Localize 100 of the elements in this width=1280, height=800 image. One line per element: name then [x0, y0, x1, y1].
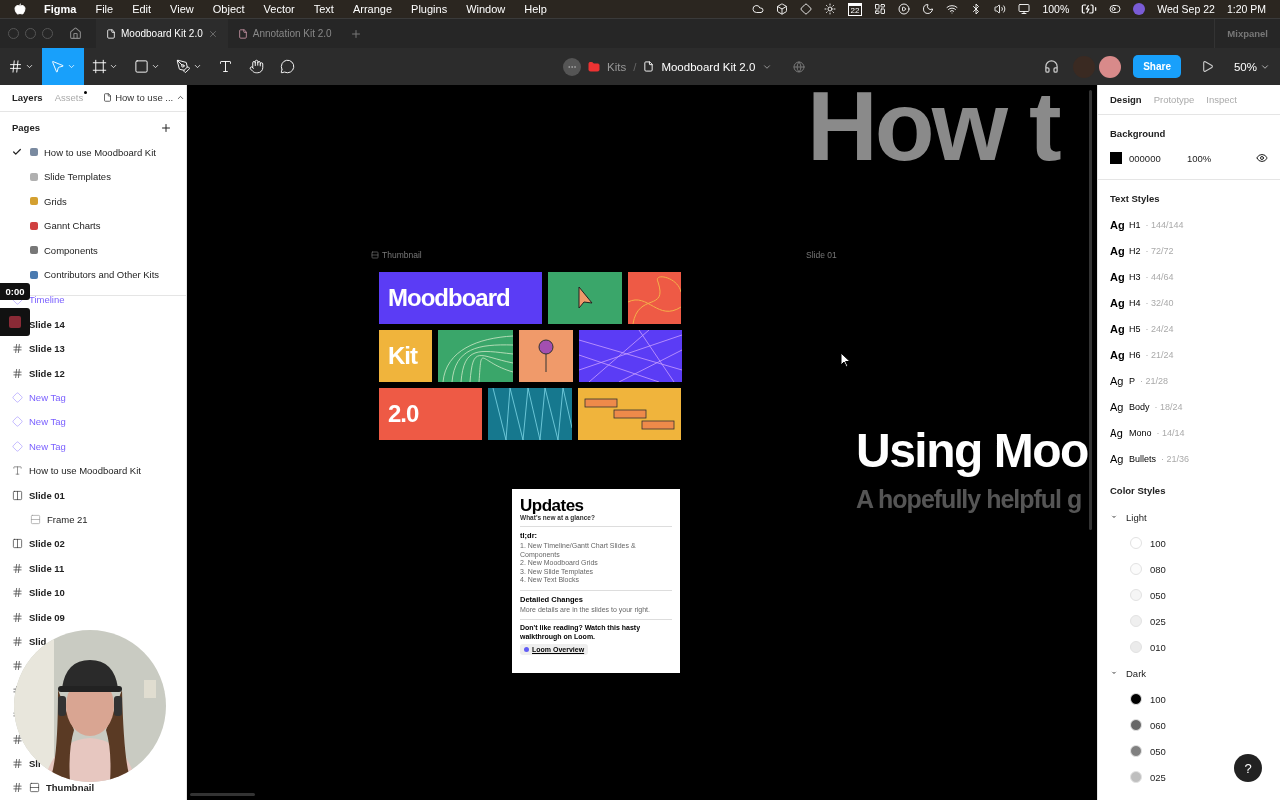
file-tab[interactable]: Annotation Kit 2.0	[227, 18, 342, 49]
layer-name[interactable]: Timeline	[29, 294, 65, 306]
page-item[interactable]: Components	[44, 244, 98, 256]
layer-name[interactable]: Slide 01	[29, 489, 65, 501]
pin-icon	[538, 339, 554, 373]
color-name[interactable]: 060	[1150, 719, 1166, 731]
more-button[interactable]	[563, 57, 581, 76]
style-name[interactable]: Body	[1129, 402, 1150, 412]
layer-name[interactable]: Slide 13	[29, 343, 65, 355]
style-name[interactable]: Mono	[1129, 428, 1152, 438]
zoom-level[interactable]: 50%	[1233, 60, 1257, 73]
project-name[interactable]: Kits	[607, 60, 627, 73]
color-swatch[interactable]	[1130, 745, 1142, 757]
color-swatch[interactable]	[1130, 563, 1142, 575]
caret-icon	[25, 62, 34, 71]
page-selector[interactable]: How to use ...	[103, 92, 186, 104]
color-swatch[interactable]	[1130, 641, 1142, 653]
calendar-icon[interactable]: 22	[847, 2, 863, 16]
tile-text: Kit	[388, 342, 417, 370]
menu-item[interactable]: Object	[212, 3, 245, 15]
page-item[interactable]: How to use Moodboard Kit	[44, 146, 156, 158]
style-name[interactable]: Bullets	[1129, 454, 1156, 464]
style-name[interactable]: P	[1129, 376, 1135, 386]
app-menu[interactable]: Figma	[44, 3, 77, 15]
scrollbar[interactable]	[190, 793, 255, 796]
menu-item[interactable]: Window	[466, 3, 506, 15]
layer-name[interactable]: Slide 10	[29, 587, 65, 599]
logo-icon	[8, 59, 23, 74]
help-button[interactable]: ?	[1234, 754, 1262, 782]
menu-item[interactable]: File	[95, 3, 114, 15]
panel-tab[interactable]: Design	[1110, 94, 1142, 105]
layer-name[interactable]: Slide 09	[29, 611, 65, 623]
file-tab[interactable]: Moodboard Kit 2.0	[96, 18, 228, 49]
layer-name[interactable]: New Tag	[29, 392, 66, 404]
avatar[interactable]	[1099, 55, 1122, 78]
layer-name[interactable]: Slide 02	[29, 538, 65, 550]
layer-name[interactable]: Frame 21	[47, 514, 88, 525]
caret-icon	[109, 62, 118, 71]
diamond-icon	[12, 392, 23, 404]
page-item[interactable]: Grids	[44, 195, 67, 207]
color-name[interactable]: 050	[1150, 589, 1166, 601]
opacity-value[interactable]: 100%	[1187, 152, 1212, 164]
color-name[interactable]: 025	[1150, 615, 1166, 627]
siri-icon	[1133, 3, 1146, 15]
menu-item[interactable]: Arrange	[352, 3, 393, 15]
style-name[interactable]: H2	[1129, 246, 1141, 256]
play-icon	[898, 3, 911, 15]
menu-item[interactable]: Vector	[263, 3, 295, 15]
page-item[interactable]: Gannt Charts	[44, 220, 101, 232]
layer-name[interactable]: How to use Moodboard Kit	[29, 465, 141, 477]
layer-name[interactable]: Slide 11	[29, 562, 65, 574]
group-name[interactable]: Light	[1126, 511, 1147, 523]
color-name[interactable]: 080	[1150, 563, 1166, 575]
layer-name[interactable]: New Tag	[29, 416, 66, 428]
layout-icon	[874, 3, 887, 15]
style-name[interactable]: H3	[1129, 272, 1141, 282]
color-swatch[interactable]	[1130, 615, 1142, 627]
menu-item[interactable]: Edit	[132, 3, 152, 15]
hex-value[interactable]: 000000	[1129, 152, 1187, 164]
layer-name[interactable]: Slide 14	[29, 318, 65, 330]
layer-name[interactable]: Slid	[29, 635, 47, 647]
stop-button[interactable]	[0, 308, 30, 336]
layer-name[interactable]: Thumbnail	[46, 782, 95, 794]
group-name[interactable]: Dark	[1126, 667, 1147, 679]
color-name[interactable]: 100	[1150, 537, 1166, 549]
breadcrumb-separator: /	[633, 60, 637, 73]
frame-label[interactable]: Thumbnail	[382, 250, 422, 260]
scrollbar[interactable]	[1089, 90, 1092, 530]
color-name[interactable]: 100	[1150, 693, 1166, 705]
color-swatch[interactable]	[1130, 719, 1142, 731]
menu-item[interactable]: Text	[313, 3, 334, 15]
color-name[interactable]: 050	[1150, 745, 1166, 757]
style-name[interactable]: H5	[1129, 324, 1141, 334]
layer-name[interactable]: Slide 12	[29, 367, 65, 379]
style-sample: Ag	[1110, 426, 1124, 440]
color-swatch[interactable]	[1130, 693, 1142, 705]
style-sample: Ag	[1110, 401, 1124, 413]
color-name[interactable]: 010	[1150, 641, 1166, 653]
color-swatch[interactable]	[1130, 589, 1142, 601]
style-sample: Ag	[1110, 349, 1124, 361]
menu-item[interactable]: Help	[524, 3, 547, 15]
color-swatch[interactable]	[1130, 771, 1142, 783]
panel-tab[interactable]: Layers	[12, 92, 43, 104]
page-item[interactable]: Contributors and Other Kits	[44, 269, 160, 281]
style-name[interactable]: H1	[1129, 220, 1141, 230]
section-heading: Text Styles	[1110, 191, 1161, 206]
heading-text: How t	[807, 85, 1059, 175]
menu-item[interactable]: Plugins	[411, 3, 448, 15]
style-name[interactable]: H6	[1129, 350, 1141, 360]
color-name[interactable]: 025	[1150, 771, 1166, 783]
layer-name[interactable]: Sli	[29, 757, 41, 769]
style-name[interactable]: H4	[1129, 298, 1141, 308]
color-swatch[interactable]	[1110, 152, 1122, 164]
menu-item[interactable]: View	[170, 3, 194, 15]
file-name[interactable]: Moodboard Kit 2.0	[661, 60, 756, 73]
layer-name[interactable]: New Tag	[29, 440, 66, 452]
frame-label[interactable]: Slide 01	[806, 250, 837, 260]
close-icon[interactable]	[207, 28, 218, 39]
color-swatch[interactable]	[1130, 537, 1142, 549]
page-item[interactable]: Slide Templates	[44, 171, 111, 183]
